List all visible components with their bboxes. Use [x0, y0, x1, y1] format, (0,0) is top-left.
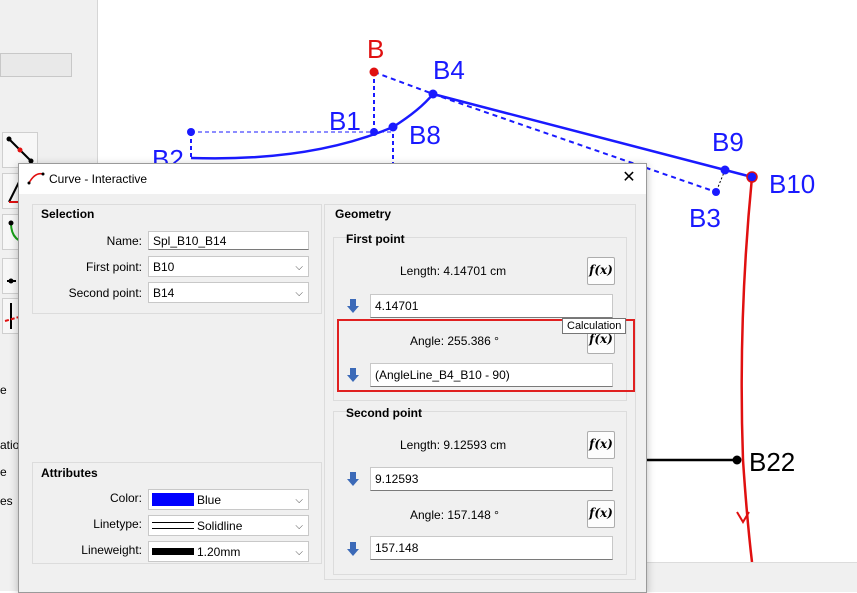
attributes-group: Attributes Color: Blue ⌵ Linetype: Solid…	[32, 462, 322, 564]
point-label-b1: B1	[329, 106, 361, 136]
first-length-text: Length: 4.14701 cm	[400, 264, 507, 278]
second-length-field[interactable]: 9.12593	[370, 467, 613, 491]
second-angle-text: Angle: 157.148 °	[410, 508, 499, 522]
lineweight-label: Lineweight:	[81, 543, 142, 557]
lineweight-select[interactable]: 1.20mm ⌵	[148, 541, 309, 562]
second-point-select[interactable]: B14 ⌵	[148, 282, 309, 303]
linetype-value: Solidline	[197, 519, 243, 533]
point-label-b9: B9	[712, 127, 744, 157]
fx-button[interactable]: f(x)	[587, 257, 615, 285]
color-value: Blue	[197, 493, 222, 507]
point-label-b10: B10	[769, 169, 815, 199]
second-point-value: B14	[153, 286, 175, 300]
attributes-title: Attributes	[41, 466, 98, 480]
second-point-group: Second point Length: 9.12593 cm f(x) 9.1…	[333, 406, 627, 575]
point-marker	[746, 171, 758, 183]
linetype-select[interactable]: Solidline ⌵	[148, 515, 309, 536]
point-marker	[370, 128, 378, 136]
selection-group: Selection Name: Spl_B10_B14 First point:…	[32, 204, 322, 314]
chevron-down-icon: ⌵	[295, 262, 303, 273]
fx-button[interactable]: f(x)	[587, 500, 615, 528]
fx-button[interactable]: f(x)	[587, 431, 615, 459]
construction-line	[373, 71, 434, 95]
point-label-b8: B8	[409, 120, 441, 150]
point-marker	[187, 128, 195, 136]
geometry-title: Geometry	[335, 207, 392, 221]
curve-icon	[27, 170, 45, 189]
point-marker	[388, 122, 398, 132]
selection-title: Selection	[41, 207, 95, 221]
second-angle-field[interactable]: 157.148	[370, 536, 613, 560]
first-point-value: B10	[153, 260, 175, 274]
lineweight-swatch	[152, 548, 194, 555]
dialog-titlebar[interactable]: Curve - Interactive ✕	[19, 164, 646, 194]
second-point-label: Second point:	[68, 286, 142, 300]
second-point-title: Second point	[346, 406, 422, 420]
color-label: Color:	[109, 491, 142, 505]
chevron-down-icon: ⌵	[295, 288, 303, 299]
point-label-b: B	[367, 34, 384, 64]
arrow-down-icon[interactable]	[347, 542, 359, 556]
arrow-down-icon[interactable]	[347, 299, 359, 313]
name-field[interactable]: Spl_B10_B14	[148, 231, 309, 250]
fx-icon: f(x)	[589, 506, 613, 520]
linetype-swatch	[152, 522, 194, 529]
name-label: Name:	[106, 234, 142, 248]
point-marker	[732, 455, 742, 465]
color-swatch	[152, 493, 194, 506]
first-point-label: First point:	[85, 260, 142, 274]
chevron-down-icon: ⌵	[295, 495, 303, 506]
point-marker	[720, 165, 730, 175]
selected-curve	[740, 176, 754, 563]
point-label-b4: B4	[433, 55, 465, 85]
dialog-title: Curve - Interactive	[49, 172, 148, 186]
linetype-label: Linetype:	[93, 517, 142, 531]
close-icon[interactable]: ✕	[618, 168, 640, 190]
point-label-b22: B22	[749, 447, 795, 477]
lineweight-value: 1.20mm	[197, 545, 241, 559]
chevron-down-icon: ⌵	[295, 547, 303, 558]
fx-icon: f(x)	[589, 437, 613, 451]
second-length-text: Length: 9.12593 cm	[400, 438, 507, 452]
first-point-title: First point	[346, 232, 405, 246]
color-select[interactable]: Blue ⌵	[148, 489, 309, 510]
chevron-down-icon: ⌵	[295, 521, 303, 532]
point-label-b3: B3	[689, 203, 721, 233]
arrow-down-icon[interactable]	[347, 472, 359, 486]
first-length-field[interactable]: 4.14701	[370, 294, 613, 318]
fx-icon: f(x)	[589, 263, 613, 277]
point-marker	[428, 89, 438, 99]
first-point-select[interactable]: B10 ⌵	[148, 256, 309, 277]
calculation-tooltip: Calculation	[562, 318, 627, 334]
point-marker	[712, 188, 720, 196]
point-marker	[369, 67, 379, 77]
horizontal-scrollbar[interactable]	[645, 562, 857, 592]
geometry-group: Geometry First point Length: 4.14701 cm …	[324, 204, 636, 580]
